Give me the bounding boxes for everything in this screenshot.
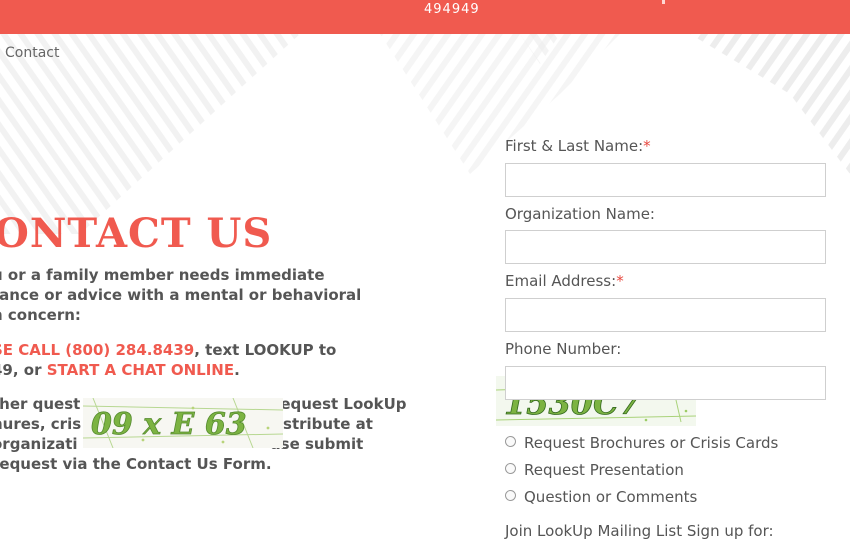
top-banner: 494949 (0, 0, 850, 34)
intro-text: equest LookUp (280, 395, 407, 413)
radio-button[interactable] (505, 490, 516, 501)
captcha-text-left: 09 x E 63 (91, 407, 247, 442)
option-label: Request Presentation (524, 461, 684, 479)
name-label: First & Last Name:* (505, 137, 651, 155)
email-label: Email Address:* (505, 272, 624, 290)
required-mark: * (643, 137, 651, 155)
email-field[interactable] (505, 298, 826, 332)
intro-text: ase submit (270, 435, 364, 453)
option-label: Question or Comments (524, 488, 698, 506)
breadcrumb-contact[interactable]: Contact (5, 45, 59, 61)
radio-button[interactable] (505, 463, 516, 474)
intro-line: tance or advice with a mental or behavio… (0, 286, 362, 304)
intro-text: distribute at (267, 415, 373, 433)
phone-label: Phone Number: (505, 340, 622, 358)
intro-text: organizati (0, 435, 78, 453)
organization-field[interactable] (505, 230, 826, 264)
intro-text: . (234, 361, 240, 379)
option-questions[interactable]: Question or Comments (505, 488, 697, 506)
captcha-image-left: 09 x E 63 (83, 398, 283, 448)
intro-text: hures, cris (0, 415, 82, 433)
phone-field[interactable] (505, 366, 826, 400)
intro-line: u or a family member needs immediate (0, 266, 325, 284)
intro-text: request via the Contact Us Form. (0, 455, 272, 473)
radio-button[interactable] (505, 436, 516, 447)
option-presentation[interactable]: Request Presentation (505, 461, 684, 479)
intro-text: 49, or (0, 361, 42, 379)
required-mark: * (616, 272, 624, 290)
name-field[interactable] (505, 163, 826, 197)
banner-fragment (662, 0, 665, 4)
organization-label: Organization Name: (505, 205, 655, 223)
banner-text: 494949 (424, 2, 480, 17)
option-label: Request Brochures or Crisis Cards (524, 434, 779, 452)
start-chat-link[interactable]: START A CHAT ONLINE (47, 361, 234, 379)
intro-text: ther quest (0, 395, 81, 413)
option-brochures[interactable]: Request Brochures or Crisis Cards (505, 434, 778, 452)
intro-text: , text LOOKUP to (194, 341, 337, 359)
mailing-list-label: Join LookUp Mailing List Sign up for: (505, 522, 774, 540)
intro-emergency: u or a family member needs immediate tan… (0, 265, 412, 325)
phone-link[interactable]: SE CALL (800) 284.8439 (0, 341, 194, 359)
page-title: ONTACT US (0, 210, 273, 257)
intro-line: h concern: (0, 306, 81, 324)
intro-call: SE CALL (800) 284.8439, text LOOKUP to 4… (0, 340, 412, 380)
